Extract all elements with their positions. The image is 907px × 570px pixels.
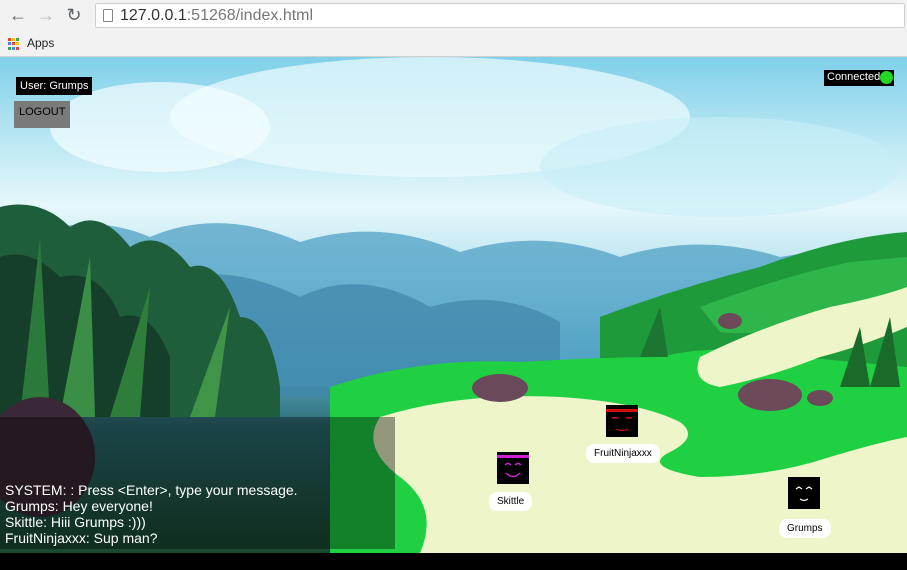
player-avatar-icon — [788, 477, 820, 509]
address-path: :51268/index.html — [186, 7, 314, 24]
connection-status-label: Connected — [827, 71, 881, 83]
chat-message: SYSTEM: : Press <Enter>, type your messa… — [5, 482, 298, 498]
address-bar[interactable]: 127.0.0.1:51268/index.html — [95, 3, 905, 28]
chat-log: SYSTEM: : Press <Enter>, type your messa… — [0, 417, 395, 549]
browser-toolbar: ← → ↻ 127.0.0.1:51268/index.html — [0, 0, 907, 30]
player-avatar-icon — [606, 405, 638, 437]
user-badge: User: Grumps — [16, 77, 93, 95]
back-arrow-icon[interactable]: ← — [8, 5, 28, 25]
player-name-tag: FruitNinjaxxx — [586, 444, 660, 463]
apps-icon[interactable] — [8, 38, 20, 50]
reload-icon[interactable]: ↻ — [64, 5, 84, 25]
apps-link[interactable]: Apps — [27, 36, 54, 50]
status-indicator-icon — [880, 71, 893, 84]
forward-arrow-icon[interactable]: → — [36, 5, 56, 25]
chat-message: Grumps: Hey everyone! — [5, 498, 153, 514]
player-name-tag: Grumps — [779, 519, 831, 538]
game-canvas[interactable]: User: Grumps LOGOUT Connected SYSTEM: : … — [0, 57, 907, 553]
chat-message: FruitNinjaxxx: Sup man? — [5, 530, 158, 546]
chat-message: Skittle: Hiii Grumps :))) — [5, 514, 146, 530]
player-avatar-icon — [497, 452, 529, 484]
bookmarks-bar: Apps — [0, 30, 907, 57]
address-host: 127.0.0.1 — [120, 7, 187, 24]
bottom-bar — [0, 553, 907, 570]
logout-button[interactable]: LOGOUT — [14, 101, 70, 128]
player-name-tag: Skittle — [489, 492, 533, 511]
connection-status: Connected — [824, 70, 894, 86]
page-icon — [103, 9, 113, 22]
